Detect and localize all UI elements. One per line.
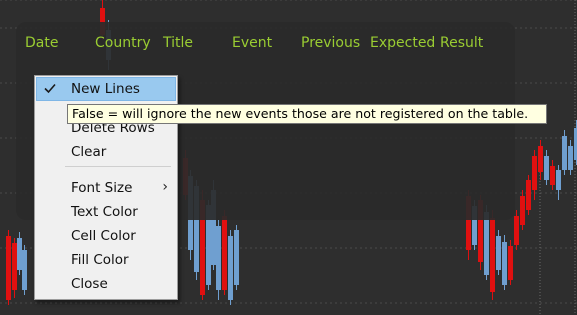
candle-body — [562, 136, 567, 170]
menu-item-clear[interactable]: Clear — [36, 140, 176, 164]
candle-body — [234, 230, 239, 285]
menu-item-close[interactable]: Close — [36, 272, 176, 296]
column-header-expected[interactable]: Expected — [370, 35, 435, 51]
candle-body — [532, 156, 537, 190]
events-table-header: Date Country Title Event Previous Expect… — [0, 35, 577, 55]
tooltip: False = will ignore the new events those… — [67, 104, 547, 124]
menu-item-label: Font Size — [71, 180, 133, 196]
column-header-previous[interactable]: Previous — [301, 35, 360, 51]
column-header-title[interactable]: Title — [163, 35, 193, 51]
menu-item-label: New Lines — [71, 81, 140, 97]
candle-body — [484, 212, 489, 275]
chevron-right-icon: › — [162, 179, 168, 195]
menu-item-font-size[interactable]: Font Size › — [36, 176, 176, 200]
checkmark-icon — [44, 83, 56, 94]
candle-body — [526, 180, 531, 210]
candle-body — [222, 216, 227, 290]
candle-body — [550, 166, 555, 185]
candle-body — [514, 216, 519, 245]
candle-body — [490, 218, 495, 292]
column-header-event[interactable]: Event — [232, 35, 272, 51]
candle-body — [216, 226, 221, 290]
candle-body — [568, 146, 573, 170]
candle-body — [22, 250, 27, 290]
candle-body — [12, 243, 17, 290]
candle-body — [508, 246, 513, 280]
menu-item-label: Clear — [71, 144, 107, 160]
candle-body — [6, 236, 11, 300]
menu-item-label: Fill Color — [71, 252, 129, 268]
menu-separator — [65, 166, 171, 167]
candle-body — [538, 146, 543, 172]
candle-body — [556, 170, 561, 190]
candle-body — [17, 238, 22, 270]
menu-item-text-color[interactable]: Text Color — [36, 200, 176, 224]
menu-item-label: Cell Color — [71, 228, 136, 244]
menu-item-cell-color[interactable]: Cell Color — [36, 224, 176, 248]
candle-body — [502, 242, 507, 285]
candle-body — [496, 236, 501, 270]
candle-body — [228, 236, 233, 300]
menu-item-label: Close — [71, 276, 108, 292]
candle-body — [520, 196, 525, 225]
column-header-date[interactable]: Date — [25, 35, 58, 51]
menu-item-new-lines[interactable]: New Lines — [36, 77, 176, 101]
candle-body — [544, 156, 549, 180]
menu-item-fill-color[interactable]: Fill Color — [36, 248, 176, 272]
menu-item-label: Text Color — [71, 204, 138, 220]
column-header-country[interactable]: Country — [95, 35, 151, 51]
column-header-result[interactable]: Result — [440, 35, 483, 51]
